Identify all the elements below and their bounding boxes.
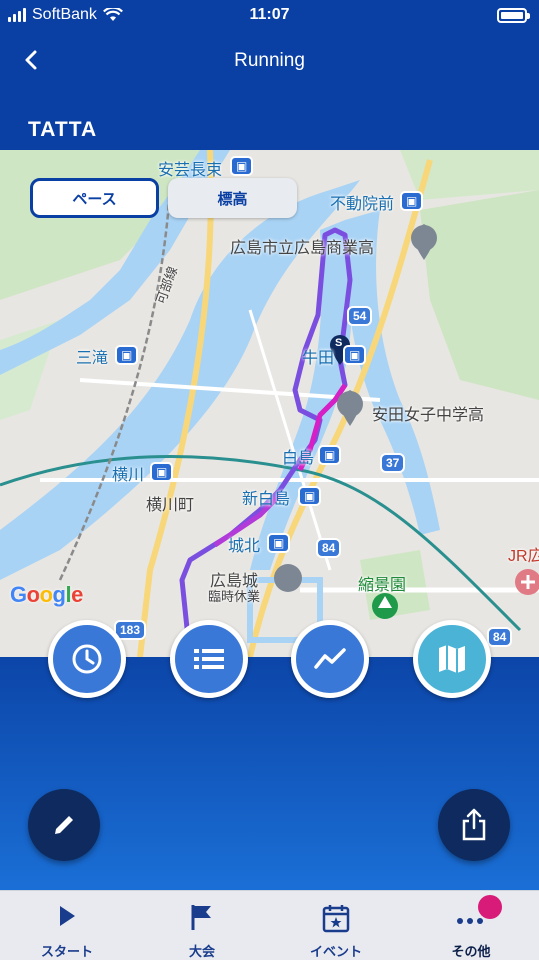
map-icon (439, 645, 465, 673)
station-label: 牛田 (302, 350, 335, 367)
station-icon: ▣ (115, 345, 139, 365)
castle-pin-icon[interactable] (274, 564, 302, 592)
graph-button[interactable] (291, 620, 369, 698)
clock: 11:07 (249, 6, 290, 23)
route-badge: 84 (316, 538, 342, 558)
chart-line-icon (314, 648, 346, 669)
clock-icon (72, 644, 102, 674)
route-badge: 84 (487, 627, 513, 647)
station-label: 新白島 (242, 491, 291, 508)
map-view-button[interactable] (413, 620, 491, 698)
battery-icon (497, 8, 530, 23)
page-title: Running (234, 50, 305, 71)
park-pin-icon[interactable] (372, 593, 398, 619)
tab-label: スタート (40, 944, 93, 959)
list-icon (194, 649, 224, 669)
landmark-note: 臨時休業 (208, 589, 261, 604)
notification-badge (478, 895, 502, 919)
pencil-icon (55, 816, 73, 834)
station-icon: ▣ (298, 486, 322, 506)
hospital-label: JR広 (508, 548, 539, 565)
tab-more[interactable]: その他 (404, 891, 538, 960)
station-label: 横川 (112, 467, 145, 484)
station-label: 白島 (282, 450, 315, 467)
station-icon: ▣ (343, 345, 367, 365)
share-icon (462, 808, 486, 841)
tab-start[interactable]: スタート (0, 891, 134, 960)
time-stats-button[interactable] (48, 620, 126, 698)
tab-label: イベント (309, 944, 362, 959)
route-map[interactable]: ペース 標高 安芸長束 ▣ 不動院前 ▣ 広島市立広島商業高 可部線 三滝 ▣ … (0, 150, 539, 657)
pace-toggle[interactable]: ペース (30, 178, 159, 218)
park-label: 縮景園 (358, 577, 407, 594)
tab-label: 大会 (188, 944, 215, 959)
school-label: 広島市立広島商業高 (230, 240, 375, 257)
flag-icon (191, 905, 211, 930)
tab-label: その他 (451, 944, 491, 959)
station-label: 不動院前 (330, 196, 395, 213)
station-icon: ▣ (150, 462, 174, 482)
app-header: SoftBank 11:07 Running TATTA (0, 0, 539, 150)
station-label: 三滝 (76, 350, 109, 367)
station-icon: ▣ (230, 156, 254, 176)
tab-bar: スタート 大会 イベント その他 (0, 890, 539, 960)
tatta-logo: TATTA (28, 118, 98, 141)
station-icon: ▣ (318, 445, 342, 465)
route-badge: 37 (380, 453, 406, 473)
calendar-icon (322, 905, 350, 933)
start-marker-label: S (335, 337, 343, 349)
tab-events[interactable]: イベント (269, 891, 403, 960)
google-attribution: Google (10, 582, 83, 607)
district-label: 横川町 (146, 497, 195, 514)
share-button[interactable] (438, 789, 510, 861)
station-label: 城北 (228, 538, 261, 555)
elevation-toggle[interactable]: 標高 (168, 178, 297, 218)
edit-button[interactable] (28, 789, 100, 861)
play-icon (60, 906, 75, 926)
route-badge: 54 (347, 306, 373, 326)
school-label: 安田女子中学高 (372, 407, 485, 424)
laps-list-button[interactable] (170, 620, 248, 698)
station-icon: ▣ (267, 533, 291, 553)
station-label: 安芸長束 (158, 162, 223, 179)
station-icon: ▣ (400, 191, 424, 211)
tab-races[interactable]: 大会 (135, 891, 269, 960)
status-bar: SoftBank 11:07 (0, 0, 539, 32)
